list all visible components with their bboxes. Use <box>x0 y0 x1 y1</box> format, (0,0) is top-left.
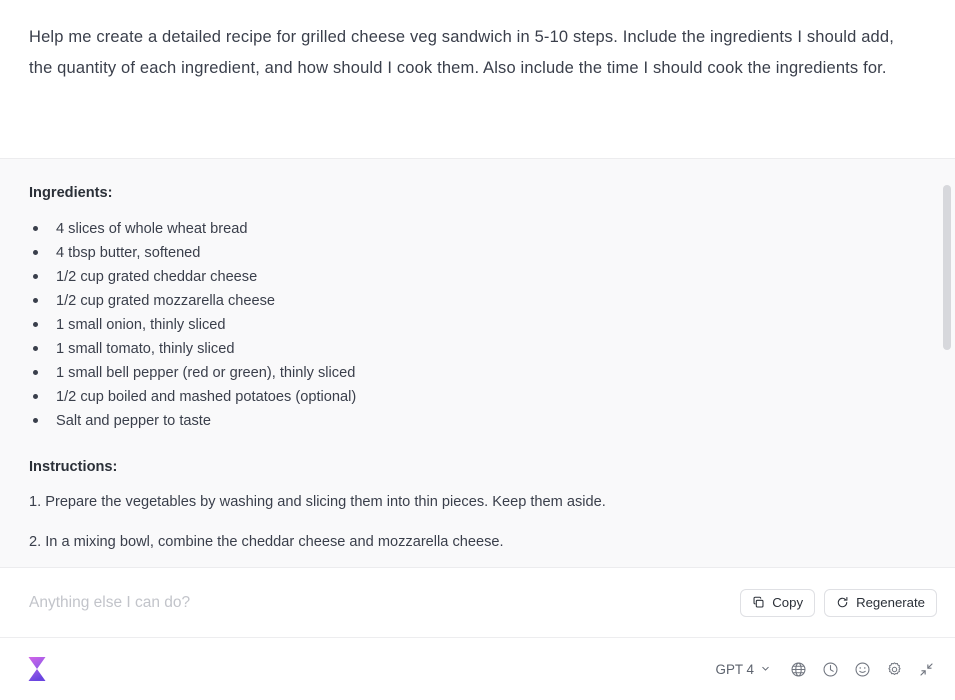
list-item: 1 small onion, thinly sliced <box>29 313 895 337</box>
regenerate-label: Regenerate <box>856 595 925 610</box>
brand-logo <box>26 656 48 682</box>
bullet-icon <box>33 250 38 255</box>
bullet-icon <box>33 322 38 327</box>
bullet-icon <box>33 298 38 303</box>
ingredient-text: 1/2 cup grated mozzarella cheese <box>56 293 276 309</box>
model-selector[interactable]: GPT 4 <box>716 662 771 677</box>
copy-icon <box>752 596 765 609</box>
list-item: 4 tbsp butter, softened <box>29 241 895 265</box>
instructions-heading: Instructions: <box>29 459 118 475</box>
list-item: 1/2 cup grated mozzarella cheese <box>29 289 895 313</box>
instruction-step: 2. In a mixing bowl, combine the cheddar… <box>29 534 504 550</box>
ingredients-list: 4 slices of whole wheat bread 4 tbsp but… <box>29 217 895 433</box>
scrollbar-thumb[interactable] <box>943 185 951 350</box>
bullet-icon <box>33 346 38 351</box>
ingredient-text: 1 small tomato, thinly sliced <box>56 341 235 357</box>
copy-label: Copy <box>772 595 804 610</box>
list-item: Salt and pepper to taste <box>29 409 895 433</box>
bullet-icon <box>33 370 38 375</box>
response-scrollbar[interactable] <box>941 159 953 567</box>
composer-row: Copy Regenerate <box>0 568 955 638</box>
smiley-icon[interactable] <box>854 661 871 678</box>
ingredient-text: 4 slices of whole wheat bread <box>56 221 248 237</box>
list-item: 1/2 cup boiled and mashed potatoes (opti… <box>29 385 895 409</box>
ingredient-text: 1/2 cup boiled and mashed potatoes (opti… <box>56 389 357 405</box>
bullet-icon <box>33 226 38 231</box>
ingredient-text: 1 small bell pepper (red or green), thin… <box>56 365 356 381</box>
ingredient-text: Salt and pepper to taste <box>56 413 211 429</box>
gear-icon[interactable] <box>886 661 903 678</box>
instruction-step: 1. Prepare the vegetables by washing and… <box>29 494 606 510</box>
ingredient-text: 4 tbsp butter, softened <box>56 245 201 261</box>
ingredient-text: 1 small onion, thinly sliced <box>56 317 226 333</box>
user-prompt-text: Help me create a detailed recipe for gri… <box>29 28 894 77</box>
ingredient-text: 1/2 cup grated cheddar cheese <box>56 269 258 285</box>
regenerate-button[interactable]: Regenerate <box>824 588 937 617</box>
list-item: 1 small bell pepper (red or green), thin… <box>29 361 895 385</box>
response-actions: Copy Regenerate <box>740 588 937 617</box>
list-item: 1 small tomato, thinly sliced <box>29 337 895 361</box>
list-item: 4 slices of whole wheat bread <box>29 217 895 241</box>
chevron-down-icon <box>760 662 771 677</box>
refresh-icon <box>836 596 849 609</box>
assistant-response-panel: Ingredients: 4 slices of whole wheat bre… <box>0 158 955 568</box>
bullet-icon <box>33 274 38 279</box>
user-prompt-area: Help me create a detailed recipe for gri… <box>0 0 955 158</box>
globe-icon[interactable] <box>790 661 807 678</box>
clock-icon[interactable] <box>822 661 839 678</box>
footer-tools: GPT 4 <box>716 661 935 678</box>
message-input[interactable] <box>29 593 649 612</box>
copy-button[interactable]: Copy <box>740 588 816 617</box>
list-item: 1/2 cup grated cheddar cheese <box>29 265 895 289</box>
collapse-icon[interactable] <box>918 661 935 678</box>
chat-window: Help me create a detailed recipe for gri… <box>0 0 955 700</box>
bullet-icon <box>33 418 38 423</box>
footer-bar: GPT 4 <box>0 638 955 700</box>
bullet-icon <box>33 394 38 399</box>
ingredients-heading: Ingredients: <box>29 185 113 201</box>
model-label: GPT 4 <box>715 661 754 677</box>
